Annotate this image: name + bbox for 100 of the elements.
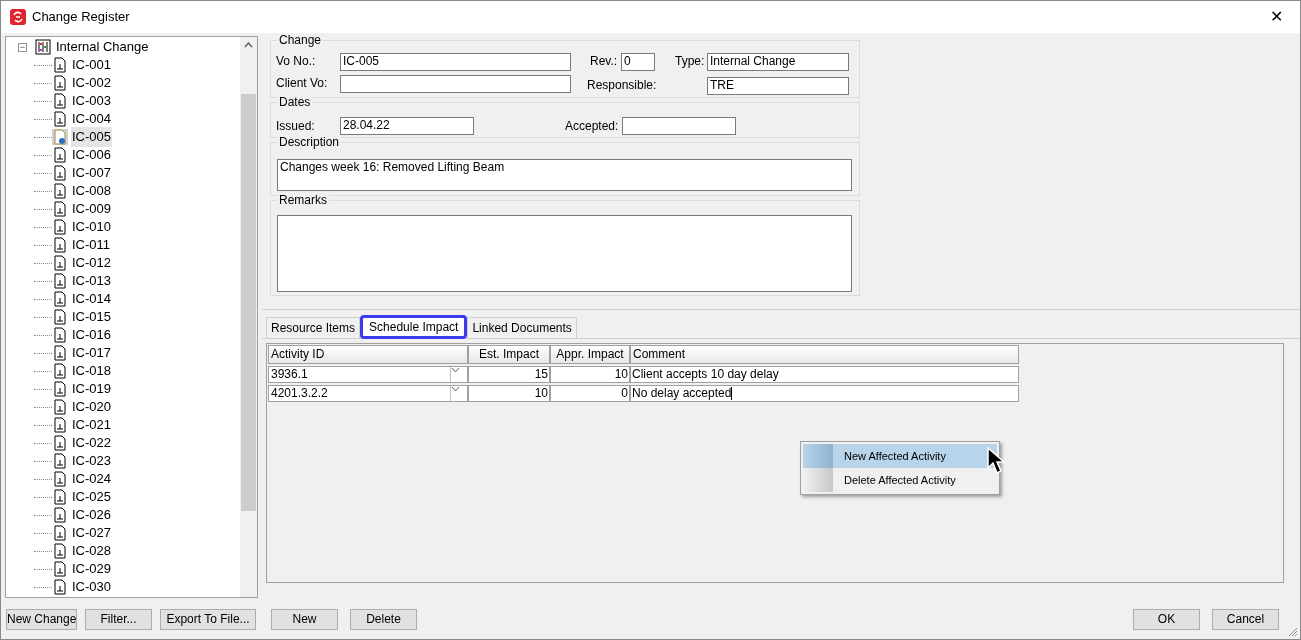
input-field[interactable]: 0	[621, 53, 655, 71]
input-field[interactable]: No delay accepted	[630, 385, 1019, 402]
resize-grip-icon[interactable]	[1287, 626, 1298, 637]
tree-item[interactable]: IC-008	[71, 181, 113, 201]
tree-item[interactable]: IC-026	[71, 505, 113, 525]
window-title: Change Register	[32, 8, 130, 27]
document-icon	[52, 561, 68, 577]
field-label: Responsible:	[587, 78, 657, 92]
field-label: Rev.:	[590, 54, 618, 68]
tree-item[interactable]: IC-012	[71, 253, 113, 273]
dropdown-field[interactable]: 4201.3.2.2	[268, 385, 468, 402]
document-icon	[52, 345, 68, 361]
tree-item[interactable]: IC-027	[71, 523, 113, 543]
field-label: Accepted:	[565, 119, 619, 133]
table-cell: Client accepts 10 day delay	[630, 366, 1019, 383]
group-title: Description	[277, 136, 342, 149]
tree-item[interactable]: IC-006	[71, 145, 113, 165]
column-header[interactable]: Est. Impact	[468, 345, 550, 364]
document-icon	[52, 435, 68, 451]
document-icon	[52, 165, 68, 181]
text-area[interactable]: Changes week 16: Removed Lifting Beam	[277, 159, 852, 191]
table-cell: 10	[468, 385, 550, 402]
tree-item[interactable]: IC-005	[71, 127, 113, 147]
group-title: Dates	[277, 96, 313, 109]
tree-item[interactable]: IC-023	[71, 451, 113, 471]
collapse-icon[interactable]: −	[18, 42, 27, 52]
input-field[interactable]: Internal Change	[707, 53, 849, 71]
column-header[interactable]: Comment	[630, 345, 1019, 364]
tree-item[interactable]: IC-019	[71, 379, 113, 399]
field-label: Type:	[675, 54, 705, 68]
menu-item[interactable]: Delete Affected Activity	[803, 468, 997, 492]
text-area[interactable]	[277, 215, 852, 292]
tree-item[interactable]: IC-015	[71, 307, 113, 327]
column-header[interactable]: Activity ID	[268, 345, 468, 364]
button[interactable]: New Change	[6, 608, 77, 630]
tree-item[interactable]: IC-011	[71, 235, 112, 255]
input-field[interactable]	[622, 117, 736, 135]
document-icon	[52, 543, 68, 559]
tab[interactable]: Linked Documents	[467, 317, 577, 338]
tree-item[interactable]: IC-014	[71, 289, 113, 309]
document-icon	[52, 399, 68, 415]
tree-item[interactable]: IC-009	[71, 199, 113, 219]
document-icon	[52, 579, 68, 595]
input-field[interactable]	[340, 75, 571, 93]
tree-item[interactable]: IC-016	[71, 325, 113, 345]
document-icon	[52, 327, 68, 343]
scrollbar-thumb[interactable]	[241, 94, 256, 511]
group-title: Remarks	[277, 194, 329, 207]
tree-item[interactable]: IC-017	[71, 343, 113, 363]
input-field[interactable]: IC-005	[340, 53, 571, 71]
tree-item[interactable]: IC-007	[71, 163, 113, 183]
tree-item[interactable]: IC-030	[71, 577, 113, 597]
tree-item[interactable]: IC-021	[71, 415, 113, 435]
tree-item[interactable]: IC-001	[71, 55, 113, 75]
tree-item[interactable]: IC-013	[71, 271, 113, 291]
tree-item[interactable]: IC-018	[71, 361, 113, 381]
document-icon	[52, 507, 68, 523]
close-button[interactable]: ✕	[1261, 3, 1291, 31]
button[interactable]: Filter...	[85, 608, 152, 630]
tab[interactable]: Resource Items	[266, 317, 361, 338]
button[interactable]: New	[271, 608, 338, 630]
tree-item[interactable]: IC-029	[71, 559, 113, 579]
tree-item[interactable]: Internal Change	[56, 37, 149, 57]
document-icon	[52, 237, 68, 253]
document-icon	[52, 291, 68, 307]
table-cell: 10	[550, 366, 630, 383]
input-field[interactable]: 28.04.22	[340, 117, 474, 135]
tree-item[interactable]: IC-004	[71, 109, 113, 129]
tree-item[interactable]: IC-010	[71, 217, 113, 237]
tree-item[interactable]: IC-025	[71, 487, 113, 507]
cell-text: 3936.1	[270, 367, 309, 382]
field-label: Vo No.:	[276, 54, 316, 68]
app-logo-icon	[10, 9, 26, 25]
table-cell: 0	[550, 385, 630, 402]
document-icon	[52, 309, 68, 325]
document-icon	[52, 201, 68, 217]
tree-item[interactable]: IC-002	[71, 73, 113, 93]
tree-item[interactable]: IC-003	[71, 91, 113, 111]
tree-item[interactable]: IC-022	[71, 433, 113, 453]
column-header[interactable]: Appr. Impact	[550, 345, 630, 364]
button[interactable]: Delete	[350, 608, 417, 630]
document-icon	[52, 111, 68, 127]
tab[interactable]: Schedule Impact	[360, 315, 468, 339]
field-label: Client Vo:	[276, 76, 328, 90]
menu-item[interactable]: New Affected Activity	[803, 444, 997, 468]
register-icon	[35, 39, 51, 55]
input-field[interactable]: TRE	[707, 77, 849, 95]
document-icon	[52, 183, 68, 199]
button[interactable]: Export To File...	[160, 608, 256, 630]
button[interactable]: Cancel	[1212, 608, 1279, 630]
tree-item[interactable]: IC-028	[71, 541, 113, 561]
button[interactable]: OK	[1133, 608, 1200, 630]
document-icon	[52, 363, 68, 379]
scroll-up-icon[interactable]	[244, 42, 253, 48]
scrollbar[interactable]	[240, 37, 257, 597]
tree-item[interactable]: IC-024	[71, 469, 113, 489]
document-icon	[52, 255, 68, 271]
tree-item[interactable]: IC-020	[71, 397, 113, 417]
document-icon	[52, 273, 68, 289]
dropdown-field[interactable]: 3936.1	[268, 366, 468, 383]
